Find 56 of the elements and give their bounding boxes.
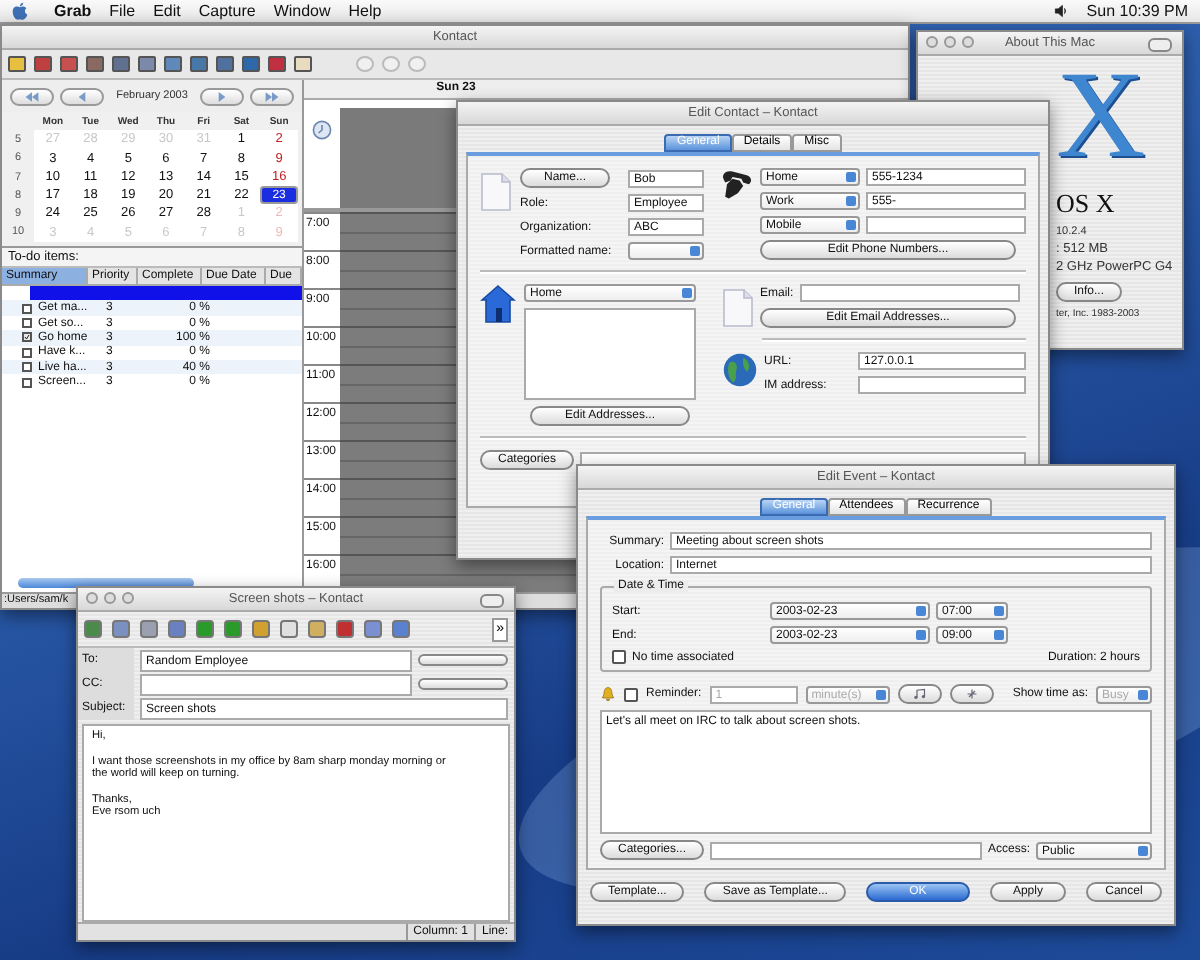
previous-month-button[interactable] <box>60 87 104 105</box>
next-month-button[interactable] <box>200 87 244 105</box>
document-icon <box>722 288 754 328</box>
double-right-arrow-icon <box>264 91 280 101</box>
address-text-area[interactable] <box>524 308 696 400</box>
email-field[interactable] <box>799 284 1020 302</box>
logo-letter: X <box>1056 56 1146 176</box>
phone-number-field[interactable] <box>866 216 1026 234</box>
zoom-button[interactable] <box>962 36 974 48</box>
telephone-icon <box>718 168 754 204</box>
sound-button[interactable] <box>897 684 942 704</box>
left-arrow-icon <box>78 91 86 101</box>
checkbox[interactable] <box>22 362 32 373</box>
menu-item[interactable]: Help <box>348 2 382 20</box>
house-icon <box>480 284 516 324</box>
globe-icon <box>722 352 758 388</box>
menu-item[interactable]: Window <box>273 2 331 20</box>
speaker-icon[interactable] <box>1054 4 1069 18</box>
cc-field[interactable] <box>140 673 412 695</box>
minimize-button[interactable] <box>944 36 956 48</box>
close-button[interactable] <box>926 36 938 48</box>
checkbox[interactable] <box>22 303 32 314</box>
music-note-icon <box>911 688 928 700</box>
checkbox[interactable] <box>612 650 626 664</box>
os-name: OS X <box>1056 188 1115 220</box>
apple-logo-icon[interactable] <box>12 1 28 21</box>
menu-app-name[interactable]: Grab <box>54 2 92 20</box>
toolbar-toggle-button[interactable] <box>1148 38 1172 52</box>
address-picker-button[interactable] <box>418 678 508 690</box>
todo-row[interactable] <box>30 286 302 301</box>
address-picker-button[interactable] <box>418 654 508 666</box>
double-left-arrow-icon <box>24 91 40 101</box>
menu-item[interactable]: File <box>109 2 136 20</box>
toolbar-toggle-button[interactable] <box>480 594 504 608</box>
categories-field[interactable] <box>710 841 982 859</box>
checkbox[interactable] <box>22 332 32 343</box>
next-year-button[interactable] <box>250 87 294 105</box>
minimize-button[interactable] <box>104 592 116 604</box>
cross-icon <box>963 688 980 700</box>
checkbox[interactable] <box>22 347 32 358</box>
im-address-field[interactable] <box>858 376 1026 394</box>
checkbox[interactable] <box>22 318 32 329</box>
checkbox[interactable] <box>22 377 32 388</box>
bell-icon <box>600 686 616 702</box>
run-program-button[interactable] <box>949 684 994 704</box>
menu-item[interactable]: Capture <box>198 2 256 20</box>
clock-icon[interactable] <box>312 120 332 140</box>
previous-year-button[interactable] <box>10 87 54 105</box>
menu-clock[interactable]: Sun 10:39 PM <box>1086 2 1188 20</box>
formatted-name-dropdown[interactable] <box>628 242 704 260</box>
close-button[interactable] <box>86 592 98 604</box>
menu-item[interactable]: Edit <box>153 2 181 20</box>
zoom-button[interactable] <box>122 592 134 604</box>
right-arrow-icon <box>218 91 226 101</box>
document-icon <box>480 172 512 212</box>
checkbox[interactable] <box>624 687 638 701</box>
